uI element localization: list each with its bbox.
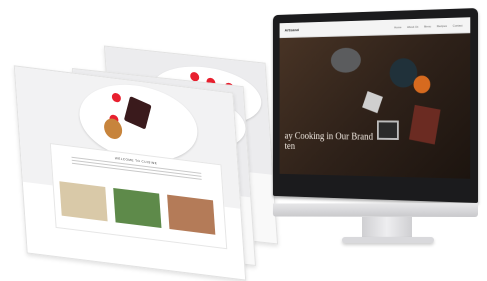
- monitor-screen: Artisanal Home About Us Menu Recipes Con…: [280, 17, 471, 179]
- site-menu: Home About Us Menu Recipes Contact: [394, 23, 462, 29]
- salt-dish: [362, 91, 383, 113]
- site-logo[interactable]: Artisanal: [285, 27, 299, 32]
- website-page-front: WELCOME TO CUISINE: [14, 65, 246, 280]
- monitor-chin: [273, 203, 478, 217]
- nav-item[interactable]: Contact: [453, 23, 463, 27]
- nav-item[interactable]: About Us: [407, 24, 418, 28]
- monitor-stand-neck: [362, 217, 412, 239]
- nav-item[interactable]: Recipes: [437, 23, 447, 27]
- showcase-scene: WELCOME TO CUISINE Artisanal Home About …: [0, 0, 487, 267]
- thumbnail-image: [59, 181, 107, 221]
- monitor-stand-foot: [342, 237, 434, 243]
- thumbnail-image: [167, 195, 215, 235]
- thumbnail-image: [113, 188, 161, 228]
- orange: [414, 76, 431, 94]
- nav-item[interactable]: Menu: [424, 24, 431, 28]
- imac-display: Artisanal Home About Us Menu Recipes Con…: [250, 8, 478, 244]
- site-navbar: Artisanal Home About Us Menu Recipes Con…: [280, 17, 471, 38]
- monitor-bezel: Artisanal Home About Us Menu Recipes Con…: [273, 8, 478, 203]
- stone-bowl: [331, 48, 361, 73]
- hero-title: ay Cooking in Our Brand ten: [285, 131, 465, 155]
- nav-item[interactable]: Home: [394, 25, 401, 29]
